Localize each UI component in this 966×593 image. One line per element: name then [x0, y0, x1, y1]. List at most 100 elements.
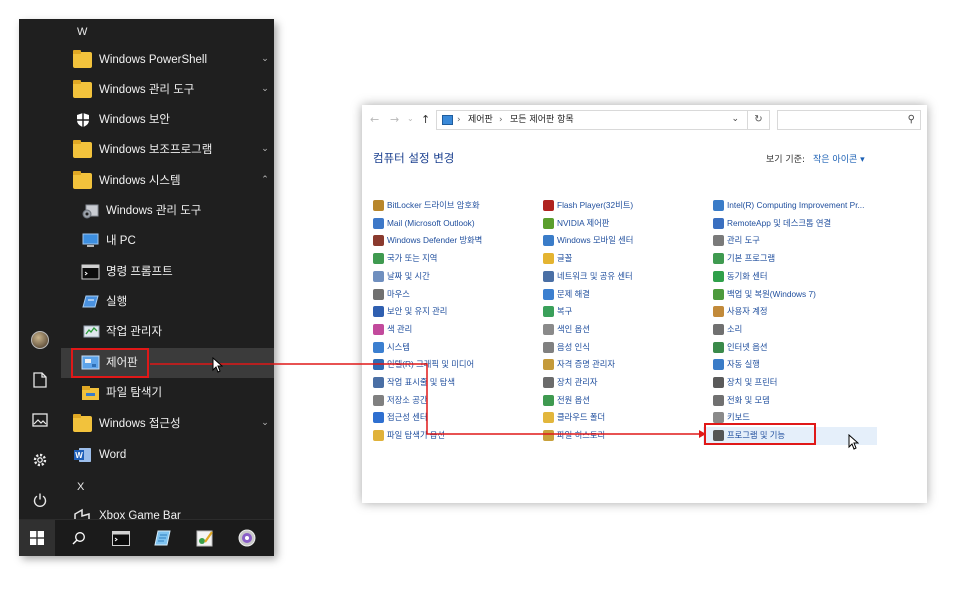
cp-item-icon [373, 288, 384, 300]
cp-item-label: 전원 옵션 [557, 394, 590, 405]
cp-item-icon [713, 359, 724, 371]
start-menu: W Windows PowerShell ⌄ Windows 관리 도구 ⌄ W… [19, 19, 274, 556]
cp-item-icon [713, 323, 724, 335]
app-label: 실행 [106, 296, 128, 308]
power-icon[interactable] [28, 488, 52, 512]
breadcrumb-current[interactable]: 모든 제어판 항목 [510, 113, 574, 127]
cp-item-label: 장치 관리자 [557, 377, 598, 387]
app-windows-powershell[interactable]: Windows PowerShell ⌄ [61, 45, 274, 75]
app-windows-accessories[interactable]: Windows 보조프로그램 ⌄ [61, 135, 274, 165]
app-windows-accessibility[interactable]: Windows 접근성 ⌄ [61, 409, 274, 439]
cp-item-label: 색 관리 [387, 323, 413, 334]
chevron-up-icon: ⌃ [261, 175, 269, 185]
chevron-down-icon[interactable]: ⌄ [731, 114, 739, 124]
app-windows-system[interactable]: Windows 시스템 ⌃ [61, 166, 274, 196]
cp-item-icon [373, 235, 384, 247]
refresh-icon[interactable]: ↻ [748, 110, 770, 130]
cp-item-icon [543, 288, 554, 300]
folder-icon [73, 414, 92, 432]
cp-item-label: 복구 [557, 306, 573, 317]
mouse-cursor-icon [212, 357, 223, 373]
app-windows-security[interactable]: Windows 보안 [61, 105, 274, 135]
app-task-manager[interactable]: 작업 관리자 [61, 317, 274, 347]
media-player-icon[interactable] [229, 520, 265, 556]
letter-header-w[interactable]: W [77, 26, 87, 38]
cp-item-icon [543, 270, 554, 282]
cp-item-icon [713, 306, 724, 318]
app-label: Xbox Game Bar [99, 510, 181, 519]
folder-icon [73, 171, 92, 189]
cp-item-icon [373, 394, 384, 406]
notepad-icon[interactable] [145, 520, 181, 556]
cp-item-icon [373, 270, 384, 282]
document-icon[interactable] [28, 368, 52, 392]
cp-item-icon [373, 412, 384, 424]
cp-item-label: 보안 및 유지 관리 [387, 306, 448, 317]
letter-header-x[interactable]: X [77, 481, 84, 493]
app-file-explorer[interactable]: 파일 탐색기 [61, 378, 274, 408]
app-xbox-game-bar[interactable]: Xbox Game Bar [61, 501, 274, 519]
run-icon [81, 294, 100, 310]
cp-item-label: RemoteApp 및 데스크톱 연결 [727, 217, 832, 228]
settings-icon[interactable] [28, 448, 52, 472]
chevron-down-icon: ⌄ [261, 144, 269, 154]
cp-item-icon [373, 377, 384, 388]
cp-item-icon [373, 359, 384, 371]
cp-item-icon [543, 412, 554, 424]
app-label: Windows 시스템 [99, 175, 181, 187]
cp-item-icon [373, 217, 384, 229]
windows-start-icon[interactable] [19, 520, 55, 556]
app-label: Windows 관리 도구 [99, 84, 195, 96]
app-word[interactable]: W Word [61, 440, 274, 470]
breadcrumb-root[interactable]: 제어판 [468, 113, 493, 127]
app-windows-admin-tools[interactable]: Windows 관리 도구 ⌄ [61, 75, 274, 105]
back-arrow-icon[interactable]: ← [370, 113, 379, 126]
forward-arrow-icon[interactable]: → [390, 113, 399, 126]
cp-item-label: 자격 증명 관리자 [557, 359, 616, 370]
app-command-prompt[interactable]: 명령 프롬프트 [61, 257, 274, 287]
app-label: Windows 접근성 [99, 418, 181, 430]
app-label: Word [99, 449, 127, 461]
cp-item-label: Mail (Microsoft Outlook) [387, 217, 475, 228]
cp-item-label: 시스템 [387, 341, 410, 352]
breadcrumb-separator: › [499, 115, 503, 125]
app-admin-tools[interactable]: Windows 관리 도구 [61, 196, 274, 226]
search-input[interactable]: ⚲ [777, 110, 921, 130]
view-by-label: 보기 기준: [766, 155, 806, 165]
cp-item-label: 관리 도구 [727, 235, 760, 246]
cp-item-label: 전화 및 모뎀 [727, 394, 770, 405]
terminal-icon[interactable] [103, 520, 139, 556]
cp-item-label: 마우스 [387, 288, 410, 299]
cp-item-label: 인터넷 옵션 [727, 341, 768, 352]
app-label: 파일 탐색기 [106, 387, 163, 399]
app-my-pc[interactable]: 내 PC [61, 226, 274, 256]
cp-item-label: 문제 해결 [557, 288, 590, 299]
cp-item-icon [543, 235, 554, 247]
cp-item-label: 저장소 공간 [387, 394, 428, 405]
cp-item-label: 작업 표시줄 및 탐색 [387, 377, 455, 387]
search-icon[interactable] [61, 520, 97, 556]
cp-item-label: Windows Defender 방화벽 [387, 235, 483, 246]
cp-item-icon [713, 412, 724, 424]
app-label: Windows 보조프로그램 [99, 144, 213, 156]
app-label: Windows 보안 [99, 114, 171, 126]
cp-item-icon [373, 253, 384, 265]
avatar-icon[interactable] [28, 328, 52, 352]
taskbar [19, 519, 274, 556]
address-bar[interactable]: › 제어판 › 모든 제어판 항목 ⌄ [436, 110, 748, 130]
cp-item-icon [373, 323, 384, 335]
cp-item-icon [543, 341, 554, 353]
view-mode-dropdown[interactable]: 작은 아이콘 ▾ [813, 152, 865, 165]
up-arrow-icon[interactable]: ↑ [421, 113, 430, 126]
cp-item-label: 사용자 계정 [727, 306, 768, 317]
control-panel-highlight-box [71, 348, 149, 378]
recent-dropdown-icon[interactable]: ⌄ [407, 114, 414, 123]
app-run[interactable]: 실행 [61, 287, 274, 317]
search-icon: ⚲ [907, 114, 915, 125]
paint-icon[interactable] [187, 520, 223, 556]
cp-item-label: 백업 및 복원(Windows 7) [727, 288, 816, 299]
chevron-down-icon: ⌄ [261, 84, 269, 94]
cp-item-label: NVIDIA 제어판 [557, 217, 610, 228]
task-manager-icon [81, 324, 100, 340]
pictures-icon[interactable] [28, 408, 52, 432]
